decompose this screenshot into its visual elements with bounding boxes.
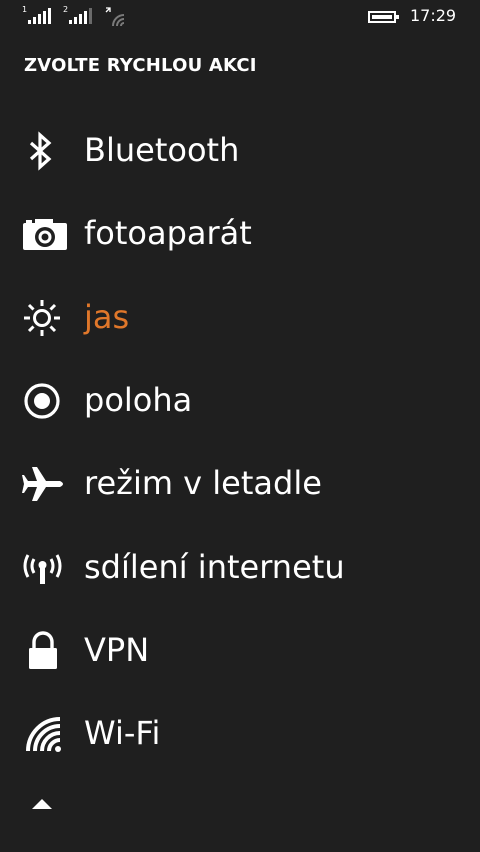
- sim1-label: 1: [22, 5, 28, 14]
- signal-sim1-icon: 1: [22, 5, 54, 26]
- action-bluetooth[interactable]: Bluetooth: [0, 116, 480, 186]
- action-label: Bluetooth: [84, 131, 240, 169]
- internet-sharing-icon: [22, 548, 68, 588]
- lock-icon: [22, 631, 68, 671]
- action-wifi[interactable]: Wi-Fi: [0, 699, 480, 769]
- action-label: Wi-Fi: [84, 714, 161, 752]
- action-airplane-mode[interactable]: režim v letadle: [0, 449, 480, 519]
- action-label: režim v letadle: [84, 464, 322, 502]
- action-location[interactable]: poloha: [0, 366, 480, 436]
- brightness-icon: [22, 298, 68, 338]
- action-label: poloha: [84, 381, 193, 419]
- action-internet-sharing[interactable]: sdílení internetu: [0, 533, 480, 603]
- action-partial[interactable]: [0, 782, 480, 852]
- sim2-label: 2: [63, 5, 69, 14]
- action-label: jas: [84, 298, 130, 336]
- wifi-icon: [22, 714, 68, 754]
- camera-icon: [22, 214, 68, 254]
- data-signal-icon: [104, 6, 132, 27]
- page-title: ZVOLTE RYCHLOU AKCI: [24, 55, 257, 76]
- action-camera[interactable]: fotoaparát: [0, 199, 480, 269]
- action-label: VPN: [84, 631, 150, 669]
- clock: 17:29: [410, 6, 457, 25]
- action-label: fotoaparát: [84, 214, 252, 252]
- bluetooth-icon: [22, 131, 68, 171]
- location-icon: [22, 381, 68, 421]
- action-vpn[interactable]: VPN: [0, 616, 480, 686]
- airplane-icon: [22, 464, 68, 504]
- status-bar: 1 2 17:29: [0, 0, 480, 34]
- signal-sim2-icon: 2: [63, 5, 95, 26]
- action-label: sdílení internetu: [84, 548, 345, 586]
- partial-icon: [22, 797, 68, 837]
- battery-icon: [368, 11, 399, 23]
- action-brightness[interactable]: jas: [0, 283, 480, 353]
